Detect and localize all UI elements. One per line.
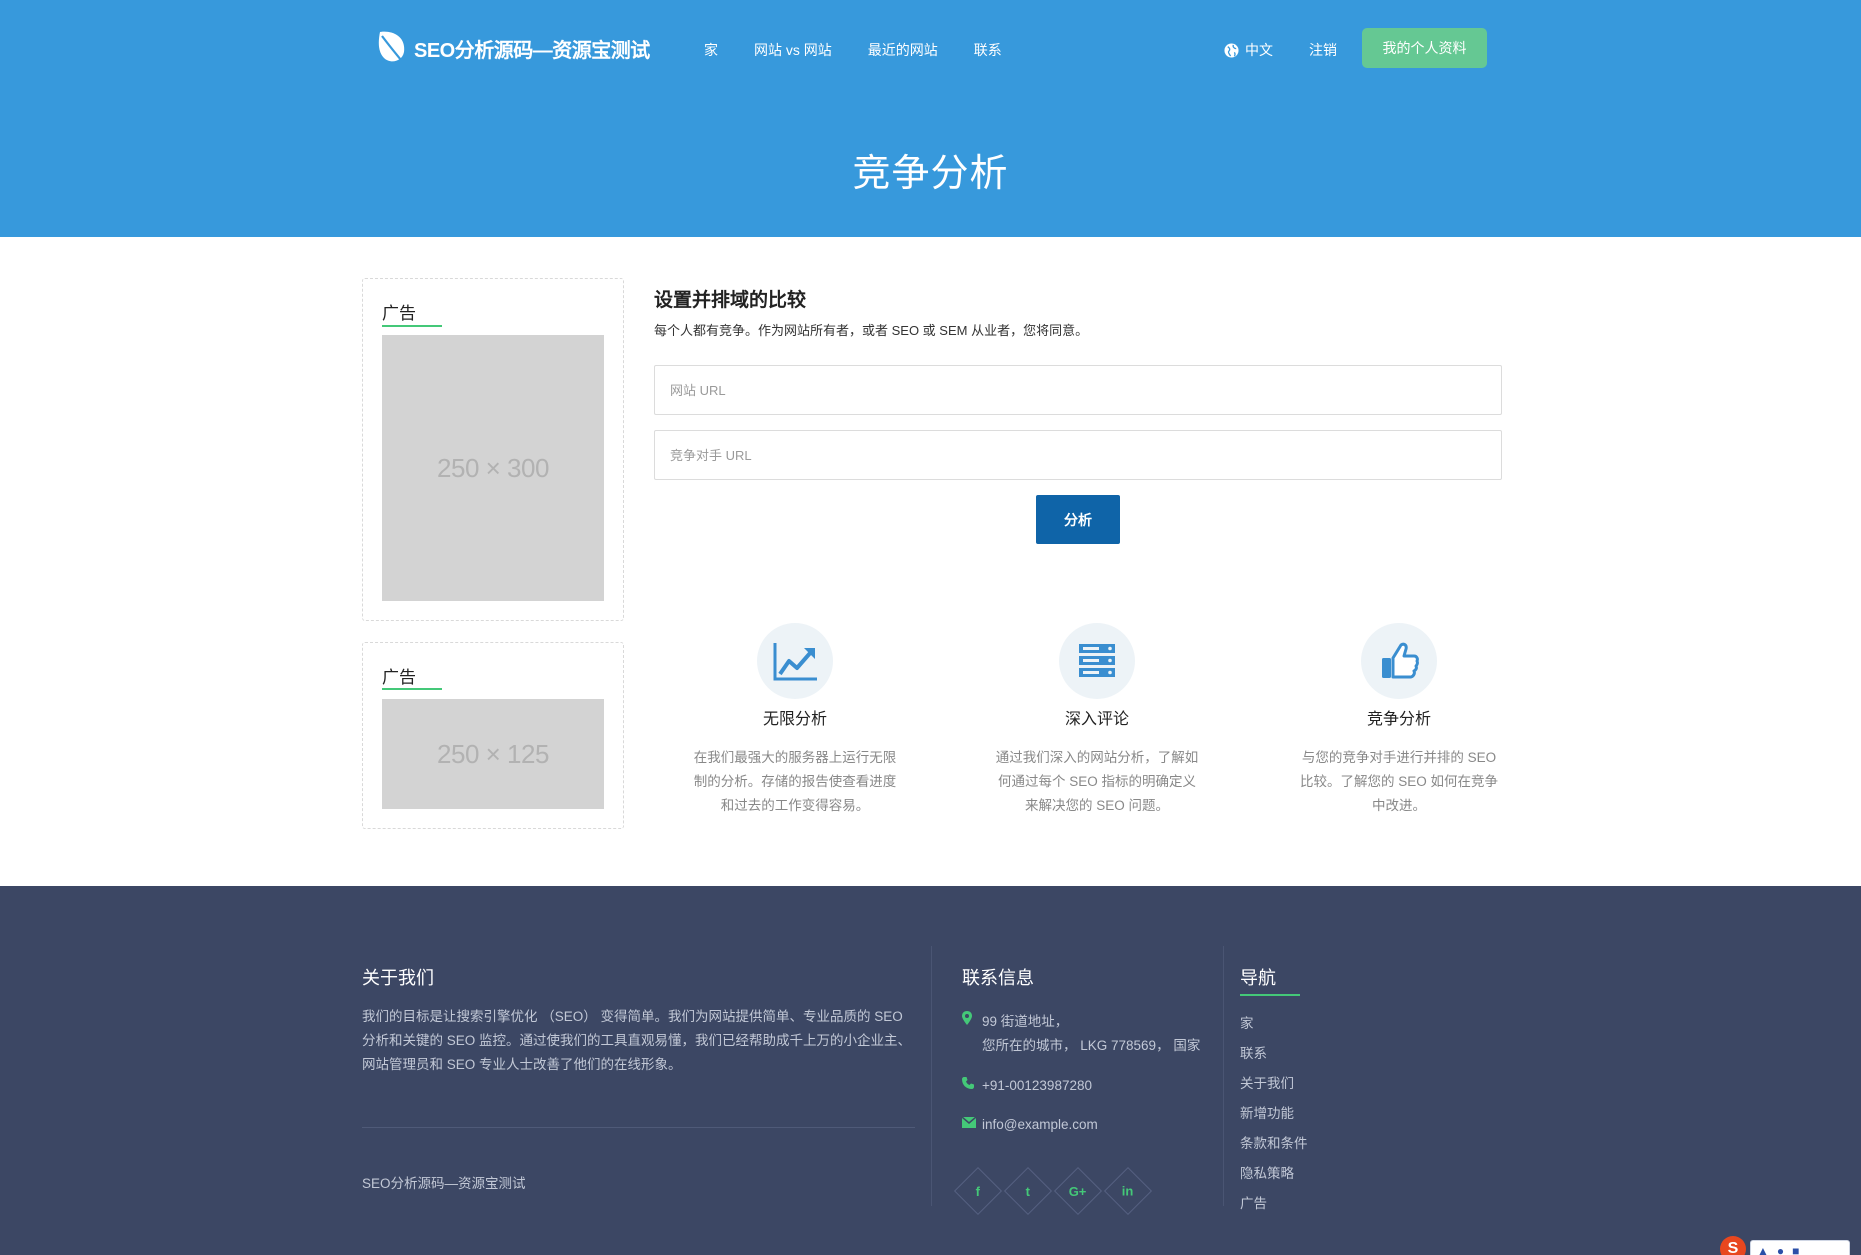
ad-title: 广告 bbox=[382, 668, 416, 687]
feature-title: 深入评论 bbox=[1064, 711, 1129, 728]
google-plus-icon: G+ bbox=[1069, 1183, 1087, 1199]
footer-nav-terms[interactable]: 条款和条件 bbox=[1240, 1132, 1308, 1152]
footer-nav-contact[interactable]: 联系 bbox=[1240, 1042, 1267, 1062]
ad-title-underline bbox=[382, 325, 442, 327]
corner-toolbar: ▲ ● ■ bbox=[1750, 1240, 1850, 1255]
email-address[interactable]: info@example.com bbox=[982, 1113, 1098, 1137]
address-line-1: 99 街道地址， bbox=[982, 1014, 1069, 1029]
ad-title-underline bbox=[382, 688, 442, 690]
feature-in-depth-review: 深入评论 通过我们深入的网站分析，了解如何通过每个 SEO 指标的明确定义来解决… bbox=[946, 623, 1248, 818]
twitter-icon: t bbox=[1025, 1183, 1031, 1199]
nav-contact[interactable]: 联系 bbox=[974, 39, 1002, 61]
feature-icon-circle bbox=[757, 623, 833, 699]
feature-icon-circle bbox=[1059, 623, 1135, 699]
ad-box-small: 广告 250 × 125 bbox=[362, 642, 624, 829]
language-label: 中文 bbox=[1245, 42, 1273, 58]
brand-name: SEO分析源码—资源宝测试 bbox=[414, 39, 650, 62]
address-line-2: 您所在的城市， LKG 778569， 国家 bbox=[982, 1038, 1201, 1053]
envelope-icon bbox=[961, 1113, 982, 1137]
toolbar-icon: ● bbox=[1776, 1244, 1785, 1255]
leaf-icon bbox=[378, 31, 407, 67]
footer-about-title: 关于我们 bbox=[362, 968, 434, 988]
hero-header: SEO分析源码—资源宝测试 家 网站 vs 网站 最近的网站 联系 中文 注销 … bbox=[0, 0, 1861, 237]
footer-nav-title-underline bbox=[1240, 994, 1300, 996]
contact-phone: +91-00123987280 bbox=[962, 1074, 1092, 1098]
footer-nav-whats-new[interactable]: 新增功能 bbox=[1240, 1102, 1294, 1122]
nav-home[interactable]: 家 bbox=[704, 39, 718, 61]
logout-link[interactable]: 注销 bbox=[1309, 39, 1337, 61]
thumbs-up-icon bbox=[1382, 642, 1419, 679]
my-profile-button[interactable]: 我的个人资料 bbox=[1362, 28, 1487, 68]
analyze-button[interactable]: 分析 bbox=[1036, 495, 1120, 544]
feature-unlimited-analysis: 无限分析 在我们最强大的服务器上运行无限制的分析。存储的报告使查看进度和过去的工… bbox=[644, 623, 946, 818]
ad-title: 广告 bbox=[382, 304, 416, 323]
footer-nav-home[interactable]: 家 bbox=[1240, 1012, 1254, 1032]
toolbar-icon: ■ bbox=[1792, 1244, 1800, 1255]
feature-title: 无限分析 bbox=[762, 711, 827, 728]
nav-site-vs-site[interactable]: 网站 vs 网站 bbox=[754, 39, 832, 61]
chart-line-icon bbox=[773, 643, 817, 681]
site-url-input[interactable] bbox=[654, 365, 1502, 415]
ad-placeholder-250x300[interactable]: 250 × 300 bbox=[382, 335, 604, 601]
feature-icon-circle bbox=[1361, 623, 1437, 699]
globe-icon bbox=[1224, 42, 1239, 58]
phone-number[interactable]: +91-00123987280 bbox=[982, 1074, 1092, 1098]
feature-competitive-analysis: 竞争分析 与您的竞争对手进行并排的 SEO 比较。了解您的 SEO 如何在竞争中… bbox=[1248, 623, 1550, 818]
footer-copyright: SEO分析源码—资源宝测试 bbox=[362, 1176, 526, 1191]
language-selector[interactable]: 中文 bbox=[1224, 39, 1273, 61]
facebook-icon: f bbox=[975, 1183, 981, 1199]
toolbar-icon: ▲ bbox=[1757, 1244, 1769, 1255]
footer-nav-ads[interactable]: 广告 bbox=[1240, 1192, 1267, 1212]
map-marker-icon bbox=[962, 1010, 982, 1058]
corner-widget[interactable]: S ▲ ● ■ bbox=[1720, 1236, 1861, 1255]
footer-nav-title: 导航 bbox=[1240, 968, 1276, 988]
server-icon bbox=[1079, 644, 1115, 677]
competitor-url-input[interactable] bbox=[654, 430, 1502, 480]
footer-contact-title: 联系信息 bbox=[962, 968, 1034, 988]
corner-logo-icon: S bbox=[1720, 1236, 1746, 1255]
form-title: 设置并排域的比较 bbox=[654, 290, 807, 311]
footer-column-divider bbox=[1223, 946, 1224, 1206]
linkedin-icon: in bbox=[1122, 1183, 1134, 1199]
feature-title: 竞争分析 bbox=[1366, 711, 1431, 728]
page-title: 竞争分析 bbox=[852, 153, 1009, 195]
footer-column-divider bbox=[931, 946, 932, 1206]
feature-description: 通过我们深入的网站分析，了解如何通过每个 SEO 指标的明确定义来解决您的 SE… bbox=[995, 750, 1199, 813]
feature-description: 与您的竞争对手进行并排的 SEO 比较。了解您的 SEO 如何在竞争中改进。 bbox=[1299, 750, 1498, 813]
form-description: 每个人都有竞争。作为网站所有者，或者 SEO 或 SEM 从业者，您将同意。 bbox=[654, 323, 1089, 338]
footer-nav-about[interactable]: 关于我们 bbox=[1240, 1072, 1294, 1092]
main-nav: 家 网站 vs 网站 最近的网站 联系 bbox=[704, 39, 1038, 61]
footer-about-text: 我们的目标是让搜索引擎优化 （SEO） 变得简单。我们为网站提供简单、专业品质的… bbox=[362, 1009, 912, 1072]
ad-placeholder-250x125[interactable]: 250 × 125 bbox=[382, 699, 604, 809]
phone-icon bbox=[962, 1074, 982, 1098]
ad-box-large: 广告 250 × 300 bbox=[362, 278, 624, 621]
nav-recent-sites[interactable]: 最近的网站 bbox=[868, 39, 938, 61]
footer-horizontal-divider bbox=[362, 1127, 915, 1128]
address-lines: 99 街道地址， 您所在的城市， LKG 778569， 国家 bbox=[982, 1010, 1200, 1058]
footer-nav-privacy[interactable]: 隐私策略 bbox=[1240, 1162, 1294, 1182]
feature-description: 在我们最强大的服务器上运行无限制的分析。存储的报告使查看进度和过去的工作变得容易… bbox=[693, 750, 897, 813]
contact-email: info@example.com bbox=[961, 1113, 1098, 1137]
brand-logo[interactable]: SEO分析源码—资源宝测试 bbox=[374, 26, 650, 70]
contact-address: 99 街道地址， 您所在的城市， LKG 778569， 国家 bbox=[962, 1010, 1200, 1058]
